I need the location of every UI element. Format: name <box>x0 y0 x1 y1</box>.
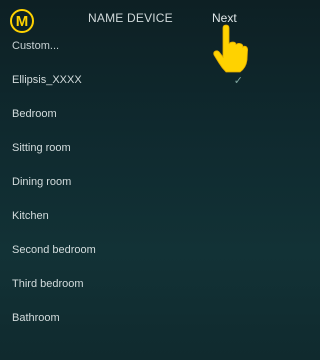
checkmark-icon: ✓ <box>233 75 243 87</box>
list-item-label: Bathroom <box>12 312 60 324</box>
list-item-bathroom[interactable]: Bathroom <box>0 301 253 335</box>
m-logo-icon[interactable]: M <box>10 9 34 33</box>
list-item-label: Custom... <box>12 40 60 52</box>
device-name-list: Custom... Ellipsis_XXXX ✓ Bedroom Sittin… <box>0 38 253 335</box>
next-button[interactable]: Next <box>212 11 237 25</box>
list-item-label: Kitchen <box>12 210 49 222</box>
list-item-label: Third bedroom <box>12 278 84 290</box>
list-item-dining-room[interactable]: Dining room <box>0 165 253 199</box>
list-item-third-bedroom[interactable]: Third bedroom <box>0 267 253 301</box>
page-title: NAME DEVICE <box>88 11 173 25</box>
list-item-second-bedroom[interactable]: Second bedroom <box>0 233 253 267</box>
list-item-label: Ellipsis_XXXX <box>12 74 82 86</box>
header-bar: M NAME DEVICE Next <box>0 0 253 73</box>
list-item-label: Sitting room <box>12 142 71 154</box>
list-item-sitting-room[interactable]: Sitting room <box>0 131 253 165</box>
list-item-label: Second bedroom <box>12 244 96 256</box>
list-item-custom[interactable]: Custom... <box>0 38 253 63</box>
list-item-label: Bedroom <box>12 108 57 120</box>
list-item-ellipsis[interactable]: Ellipsis_XXXX ✓ <box>0 63 253 97</box>
list-item-kitchen[interactable]: Kitchen <box>0 199 253 233</box>
list-item-label: Dining room <box>12 176 72 188</box>
list-item-bedroom[interactable]: Bedroom <box>0 97 253 131</box>
